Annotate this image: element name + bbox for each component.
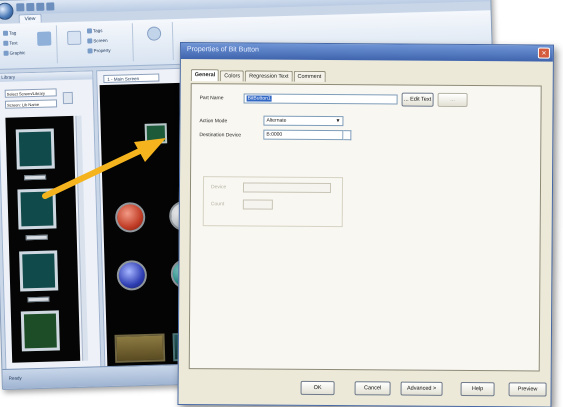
ribbon-tab[interactable] [47, 13, 63, 22]
ribbon-group: Tags Screen Property [60, 23, 134, 64]
tab-regression-text[interactable]: Regression Text [245, 70, 293, 82]
undo-icon[interactable] [26, 2, 35, 12]
library-scroll-button[interactable] [62, 91, 74, 105]
library-combo[interactable]: Screen: Lib Name [4, 99, 58, 109]
library-part-switch[interactable] [19, 250, 59, 292]
destination-device-label: Destination Device [199, 132, 242, 139]
library-part-switch[interactable] [15, 128, 55, 170]
faded-device-label: Device [210, 184, 227, 191]
action-mode-label: Action Mode [199, 118, 228, 125]
action-mode-value: Alternate [266, 117, 287, 124]
chevron-down-icon[interactable]: ▼ [334, 118, 341, 124]
ribbon-button[interactable]: Graphic [3, 50, 26, 56]
destination-device-value: B:0000 [266, 131, 283, 138]
part-name-label: Part Name [199, 95, 224, 102]
graphic-icon [3, 50, 9, 56]
open-icon[interactable] [46, 2, 55, 11]
quick-access-toolbar [16, 2, 55, 12]
library-part-switch[interactable] [17, 188, 57, 230]
library-part-label [25, 234, 48, 241]
edit-text-button[interactable]: ... Edit Text [401, 92, 434, 107]
faded-count-label: Count [210, 201, 225, 208]
ribbon-big-icon[interactable] [146, 26, 162, 41]
ribbon-button[interactable]: Property [87, 48, 111, 54]
ribbon-big-icon[interactable] [67, 30, 82, 46]
faded-count-field [242, 199, 273, 210]
faded-device-field [242, 182, 332, 194]
library-panel: Library Select Screen/Library Screen: Li… [0, 70, 102, 371]
placed-bit-button[interactable] [144, 123, 168, 144]
part-name-value: BitButton1 [246, 95, 272, 102]
ribbon-big-icon[interactable] [37, 31, 52, 46]
dialog-tabs: General Colors Regression Text Comment [190, 69, 327, 83]
app-menu-orb-icon[interactable] [0, 2, 14, 21]
part-name-field[interactable]: BitButton1 [243, 93, 398, 105]
red-lamp[interactable] [114, 201, 146, 233]
library-part-label [24, 174, 47, 181]
tags-icon [86, 28, 93, 34]
device-browse-icon[interactable] [343, 130, 352, 141]
disabled-button[interactable]: ... [437, 92, 468, 108]
status-text: Ready [8, 375, 22, 381]
library-part-switch[interactable] [20, 310, 60, 352]
action-mode-select[interactable]: Alternate ▼ [263, 115, 344, 127]
destination-device-field[interactable]: B:0000 [263, 129, 344, 141]
tab-comment[interactable]: Comment [293, 70, 326, 83]
ribbon-group: Tag Text Graphic [0, 25, 58, 65]
ribbon-button[interactable]: Tags [86, 28, 103, 34]
tag-icon [2, 30, 9, 36]
ribbon-button[interactable]: Tag [2, 30, 16, 36]
help-button[interactable]: Help [460, 381, 495, 397]
ok-button[interactable]: OK [300, 380, 335, 396]
ribbon-button[interactable]: Screen [87, 38, 108, 44]
ribbon-button[interactable]: Text [3, 40, 18, 46]
dialog-title: Properties of Bit Button [186, 46, 259, 54]
library-parts-list[interactable] [5, 115, 81, 363]
screen-icon [87, 38, 93, 44]
redo-icon[interactable] [36, 2, 45, 11]
save-icon[interactable] [16, 3, 25, 12]
gold-button[interactable] [114, 333, 166, 363]
preview-button[interactable]: Preview [508, 382, 547, 397]
properties-dialog: Properties of Bit Button × General Color… [177, 42, 554, 407]
property-icon [87, 48, 93, 54]
library-combo[interactable]: Select Screen/Library [4, 88, 57, 98]
ribbon-tab[interactable] [90, 12, 106, 21]
dialog-footer: OK Cancel Advanced > Help Preview [178, 370, 550, 407]
cancel-button[interactable]: Cancel [354, 381, 391, 396]
blue-lamp[interactable] [116, 259, 148, 291]
tab-general[interactable]: General [190, 69, 220, 82]
ribbon-tab[interactable] [69, 13, 85, 22]
library-panel-title: Library [0, 71, 93, 82]
text-icon [3, 40, 9, 46]
advanced-button[interactable]: Advanced > [400, 381, 443, 396]
library-part-label [27, 296, 50, 303]
screen-tab[interactable]: 1 - Main Screen [103, 73, 160, 84]
general-tab-page: Part Name BitButton1 ... Edit Text ... A… [188, 83, 542, 372]
ribbon-group [136, 22, 174, 62]
tab-colors[interactable]: Colors [220, 70, 245, 82]
close-icon[interactable]: × [537, 47, 550, 59]
dialog-titlebar[interactable]: Properties of Bit Button × [180, 43, 553, 62]
